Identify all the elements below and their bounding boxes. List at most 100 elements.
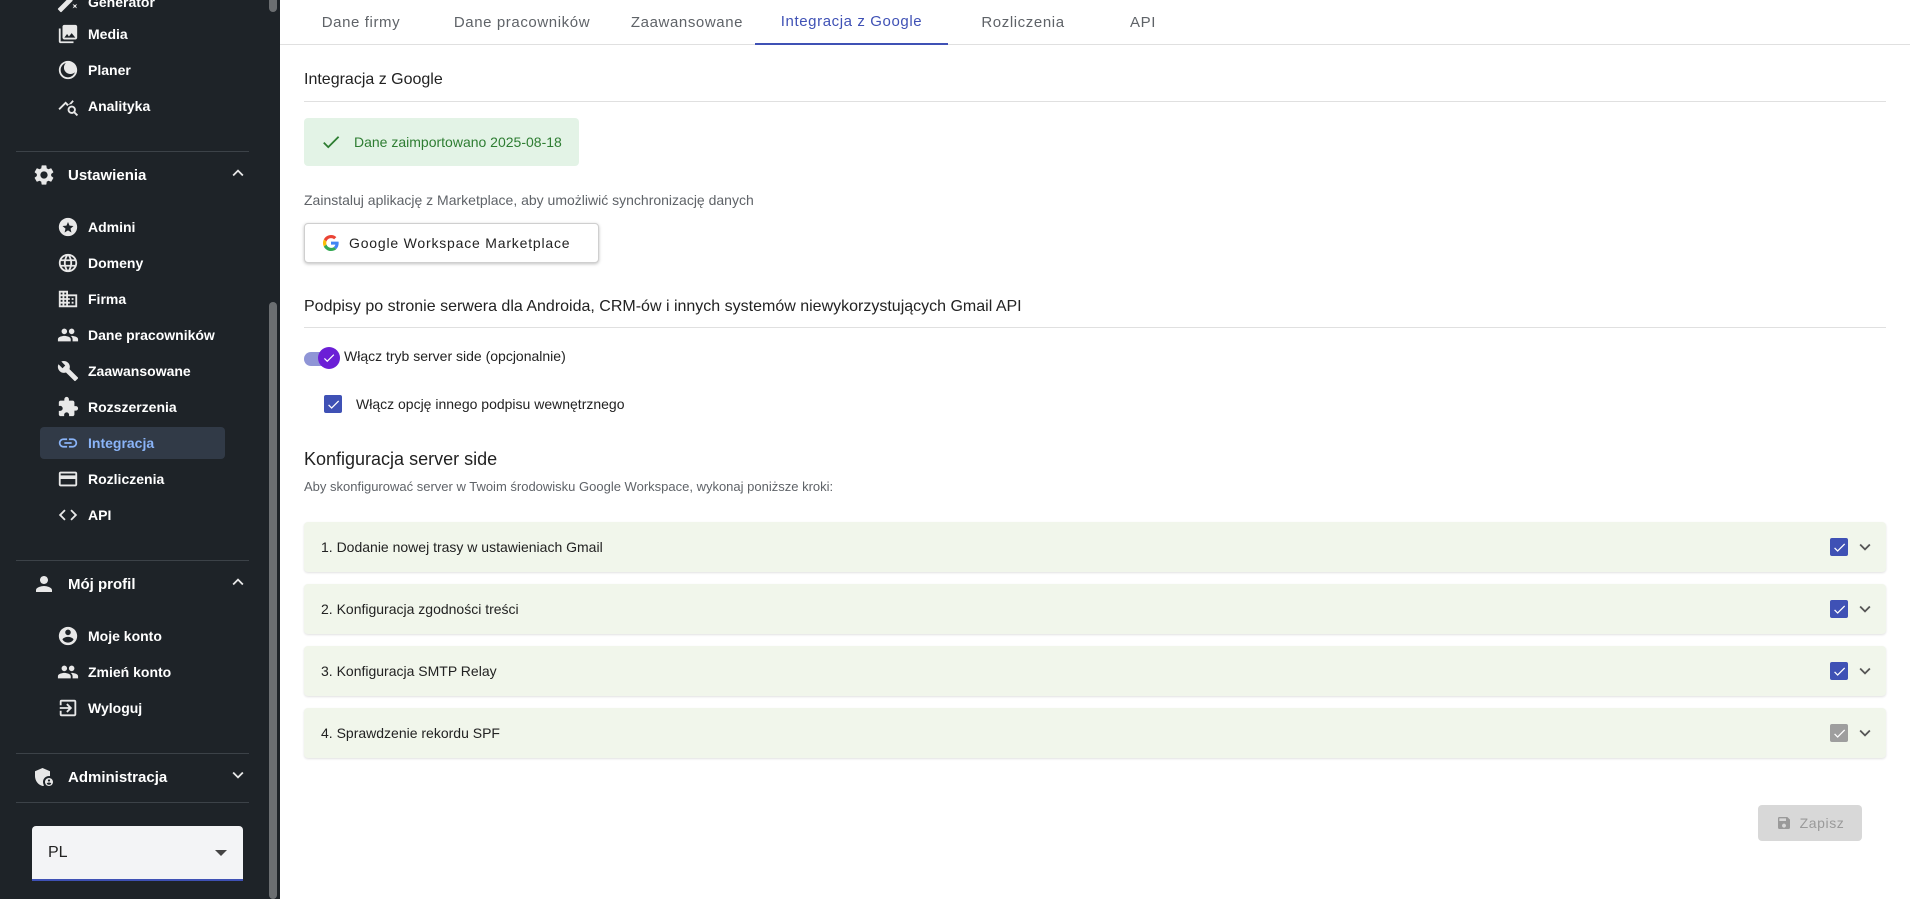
accordion-title: 3. Konfiguracja SMTP Relay: [321, 663, 497, 679]
sidebar-scrollbar[interactable]: [266, 0, 280, 899]
accordion-step-4[interactable]: 4. Sprawdzenie rekordu SPF: [304, 708, 1886, 758]
sidebar-item-rozliczenia[interactable]: Rozliczenia: [40, 463, 225, 495]
step-checkbox[interactable]: [1830, 538, 1848, 556]
chevron-down-icon[interactable]: [1854, 598, 1876, 620]
sidebar-item-planer[interactable]: Planer: [40, 54, 225, 86]
check-icon: [327, 399, 339, 409]
sidebar-item-media[interactable]: Media: [40, 18, 225, 50]
check-icon: [1833, 666, 1845, 676]
sidebar: Generator Media Planer Analityka Ustawie…: [0, 0, 280, 899]
sidebar-item-domeny[interactable]: Domeny: [40, 247, 225, 279]
divider: [304, 327, 1886, 328]
sidebar-item-generator[interactable]: Generator: [40, 0, 225, 18]
check-icon: [323, 354, 335, 363]
check-icon: [1833, 542, 1845, 552]
accordion-step-3[interactable]: 3. Konfiguracja SMTP Relay: [304, 646, 1886, 696]
sidebar-item-zmien-konto[interactable]: Zmień konto: [40, 656, 225, 688]
sidebar-item-label: Firma: [88, 291, 127, 307]
section-moj-profil[interactable]: Mój profil: [16, 562, 249, 606]
sidebar-item-label: Rozszerzenia: [88, 399, 177, 415]
step-checkbox[interactable]: [1830, 600, 1848, 618]
accordion-step-1[interactable]: 1. Dodanie nowej trasy w ustawieniach Gm…: [304, 522, 1886, 572]
divider: [16, 151, 249, 152]
divider: [16, 753, 249, 754]
accordion-title: 1. Dodanie nowej trasy w ustawieniach Gm…: [321, 539, 603, 555]
config-heading: Konfiguracja server side: [304, 449, 498, 469]
divider: [16, 802, 249, 803]
section-ustawienia[interactable]: Ustawienia: [16, 153, 249, 197]
sidebar-item-label: Domeny: [88, 255, 144, 271]
tab-dane-pracownikow[interactable]: Dane pracowników: [436, 0, 608, 45]
accordion-title: 4. Sprawdzenie rekordu SPF: [321, 725, 500, 741]
toggle-knob: [318, 347, 340, 369]
google-marketplace-button[interactable]: Google Workspace Marketplace: [304, 223, 599, 263]
language-value: PL: [48, 843, 68, 861]
server-side-toggle[interactable]: [304, 347, 340, 369]
save-button-label: Zapisz: [1799, 815, 1845, 831]
caret-down-icon: [215, 849, 227, 856]
sidebar-item-dane-pracownikow[interactable]: Dane pracowników: [40, 319, 225, 351]
sidebar-item-label: Dane pracowników: [88, 327, 215, 343]
tab-zaawansowane[interactable]: Zaawansowane: [620, 0, 754, 45]
check-icon: [1833, 728, 1845, 738]
accordion-step-2[interactable]: 2. Konfiguracja zgodności treści: [304, 584, 1886, 634]
sidebar-item-label: API: [88, 507, 112, 523]
sidebar-item-label: Planer: [88, 62, 131, 78]
save-icon: [1777, 817, 1790, 829]
import-status-alert: Dane zaimportowano 2025-08-18: [304, 118, 579, 166]
divider: [16, 560, 249, 561]
tab-bar: Dane firmy Dane pracowników Zaawansowane…: [280, 0, 1910, 45]
config-description: Aby skonfigurować server w Twoim środowi…: [304, 479, 834, 494]
sidebar-item-label: Zaawansowane: [88, 363, 191, 379]
sidebar-item-label: Analityka: [88, 98, 151, 114]
gear-icon: [16, 163, 72, 187]
internal-signature-checkbox[interactable]: [324, 395, 342, 413]
server-side-heading: Podpisy po stronie serwera dla Androida,…: [304, 298, 1022, 315]
internal-signature-label: Włącz opcję innego podpisu wewnętrznego: [356, 396, 625, 412]
chevron-up-icon: [227, 571, 249, 598]
install-hint: Zainstaluj aplikację z Marketplace, aby …: [304, 192, 754, 208]
google-logo-icon: [323, 235, 339, 251]
main-content: Dane firmy Dane pracowników Zaawansowane…: [280, 0, 1910, 899]
sidebar-item-rozszerzenia[interactable]: Rozszerzenia: [40, 391, 225, 423]
sidebar-item-wyloguj[interactable]: Wyloguj: [40, 692, 225, 724]
sidebar-item-integracja[interactable]: Integracja: [40, 427, 225, 459]
admin-shield-icon: [16, 765, 72, 789]
sidebar-item-admini[interactable]: Admini: [40, 211, 225, 243]
sidebar-item-zaawansowane[interactable]: Zaawansowane: [40, 355, 225, 387]
sidebar-item-firma[interactable]: Firma: [40, 283, 225, 315]
tab-integracja-z-google[interactable]: Integracja z Google: [755, 0, 948, 45]
google-heading: Integracja z Google: [304, 71, 443, 88]
sidebar-item-api[interactable]: API: [40, 499, 225, 531]
sidebar-item-label: Wyloguj: [88, 700, 143, 716]
section-administracja[interactable]: Administracja: [16, 755, 249, 799]
sidebar-item-analityka[interactable]: Analityka: [40, 90, 225, 122]
check-icon: [1833, 604, 1845, 614]
tab-rozliczenia[interactable]: Rozliczenia: [958, 0, 1088, 45]
section-label: Mój profil: [68, 575, 136, 593]
tab-api[interactable]: API: [1098, 0, 1188, 45]
scrollbar-thumb[interactable]: [269, 302, 277, 899]
chevron-down-icon[interactable]: [1854, 722, 1876, 744]
sidebar-item-moje-konto[interactable]: Moje konto: [40, 620, 225, 652]
sidebar-item-label: Media: [88, 26, 128, 42]
check-icon: [323, 136, 340, 149]
marketplace-button-label: Google Workspace Marketplace: [349, 235, 571, 251]
language-select[interactable]: PL: [32, 826, 243, 881]
section-label: Ustawienia: [68, 166, 147, 184]
accordion-title: 2. Konfiguracja zgodności treści: [321, 601, 519, 617]
sidebar-item-label: Generator: [88, 0, 155, 10]
import-status-text: Dane zaimportowano 2025-08-18: [354, 134, 562, 150]
sidebar-item-label: Moje konto: [88, 628, 162, 644]
save-button[interactable]: Zapisz: [1758, 805, 1862, 841]
section-label: Administracja: [68, 768, 168, 786]
sidebar-item-label: Rozliczenia: [88, 471, 165, 487]
step-checkbox[interactable]: [1830, 724, 1848, 742]
chevron-up-icon: [227, 162, 249, 189]
sidebar-item-label: Zmień konto: [88, 664, 172, 680]
scrollbar-thumb-top[interactable]: [269, 0, 277, 12]
chevron-down-icon[interactable]: [1854, 536, 1876, 558]
chevron-down-icon[interactable]: [1854, 660, 1876, 682]
tab-dane-firmy[interactable]: Dane firmy: [304, 0, 418, 45]
step-checkbox[interactable]: [1830, 662, 1848, 680]
